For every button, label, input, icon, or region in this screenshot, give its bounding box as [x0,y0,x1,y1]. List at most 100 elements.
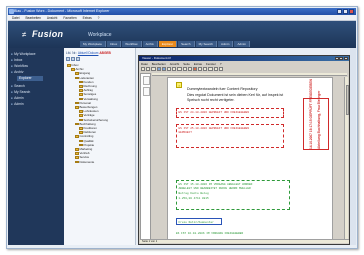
folder-icon [71,68,75,71]
text-icon[interactable] [213,67,218,71]
viewer-menu-file[interactable]: Datei [141,62,148,66]
stamp-icon[interactable] [192,67,198,71]
annotation-text: ES IST 15.10.2006 IM VORGANG ABGELEGT WO… [178,183,253,186]
zoom-in-icon[interactable] [156,67,161,71]
viewer-menu-tools[interactable]: Extras [194,62,202,66]
menu-file[interactable]: Datei [12,15,19,20]
nav-search[interactable]: Search [178,41,195,47]
document-text-line: Speisch rucht recht vertigeter. [187,98,235,102]
nav-my-workplace[interactable]: My Workplace [80,41,106,47]
minimize-button[interactable] [337,9,342,14]
sidebar-item-archiv[interactable]: Archiv [11,70,23,75]
rotate-icon[interactable] [166,67,172,71]
vertical-stamp-annotation[interactable]: 14.10.2007 15:17:15 GEPRÜFT FREIGEGEBEN … [303,79,329,150]
document-text-line: Dies regolat Dokument ist sein dieben Ke… [187,93,284,97]
folder-icon [79,126,83,130]
nav-admin-2[interactable]: Admin [234,41,250,47]
folder-icon [67,63,71,67]
refresh-icon[interactable] [71,57,75,61]
menu-help[interactable]: ? [98,15,100,20]
folder-icon [75,101,79,105]
annotation-text: 1.250,00 4711 0815 [178,197,209,200]
sidebar-item-admin-2[interactable]: Admin [11,102,24,107]
viewer-menu-view[interactable]: Ansicht [170,62,179,66]
page-thumbnail[interactable] [142,87,150,96]
top-navigation: My Workplace Inbox Workflow Archiv Explo… [80,41,250,47]
menu-edit[interactable]: Bearbeiten [25,15,40,20]
open-icon[interactable] [141,67,146,71]
print-icon[interactable] [151,67,156,71]
delete-icon[interactable] [76,57,80,61]
thumbnail-pane [140,73,151,240]
new-folder-icon[interactable] [66,57,70,61]
browser-title: Blau - Fusion Worx - Dokument - Microsof… [14,9,110,13]
document-text-line: Dummytextwandeln fuer Content Repository [187,87,258,91]
tree-item[interactable]: Dokumente [75,160,94,164]
app-logo: Fusion [32,29,64,39]
viewer-menu-page[interactable]: Seite [183,62,190,66]
folder-icon [75,76,79,80]
nav-archiv[interactable]: Archiv [142,41,158,47]
document-page: ! Dummytextwandeln fuer Content Reposito… [167,77,333,240]
viewer-close-button[interactable] [344,56,348,61]
menu-tools[interactable]: Extras [83,15,92,20]
sidebar-item-inbox[interactable]: Inbox [11,58,22,63]
folder-icon [79,139,83,143]
menu-view[interactable]: Ansicht [47,15,57,20]
stamp-text: ES IST 25.10.2006 GEPRUEFT UND FREIGEGEB… [178,127,250,130]
sidebar-item-my-search[interactable]: My Search [11,90,30,95]
explorer-header: Lfd. Nr.: Aktuell Dokum ABGEB [66,51,111,55]
nav-my-search[interactable]: My Search [195,41,217,47]
sidebar: My Workplace Inbox Workflow Archiv Explo… [8,48,64,245]
prev-page-icon[interactable] [177,67,182,71]
viewer-maximize-button[interactable] [339,56,344,61]
folder-icon [79,89,83,92]
annotate-icon[interactable] [198,67,203,71]
comment-field[interactable]: Freie Notiz/Kommentar [176,218,222,225]
save-icon[interactable] [146,67,151,71]
viewer-menu-help[interactable]: ? [220,62,222,66]
viewer-menu-window[interactable]: Fenster [206,62,216,66]
first-page-icon[interactable] [172,67,177,71]
nav-inbox[interactable]: Inbox [106,41,122,47]
viewer-toolbar [141,67,223,71]
explorer-header-link[interactable]: Aktuell Dokum [78,51,99,55]
next-page-icon[interactable] [182,67,187,71]
vertical-stamp-text: Abteilung Buchhaltung, Frau Bielinger [317,90,321,149]
stamp-annotation[interactable]: ES IST 24.10.2006 GEPRUEFT UND FREIGEGEB… [176,108,284,118]
annotation-text: ABGELEGT UND BEARBEITET DURCH HERRN MUEL… [178,187,251,190]
folder-icon [79,114,83,117]
folder-icon [75,160,79,164]
rectangle-icon[interactable] [218,67,223,71]
nav-admin[interactable]: Admin [217,41,234,47]
sidebar-item-my-workplace[interactable]: My Workplace [11,52,35,57]
nav-workflow[interactable]: Workflow [122,41,142,47]
stamp-annotation[interactable]: ES IST 25.10.2006 GEPRUEFT UND FREIGEGEB… [176,124,284,148]
sidebar-item-admin[interactable]: Admin [11,96,24,101]
folder-icon [75,156,79,159]
close-button[interactable] [349,9,354,14]
folder-icon [75,122,79,126]
sidebar-item-workflow[interactable]: Workflow [11,64,28,69]
highlight-icon[interactable] [203,67,208,71]
viewer-title-bar: Viewer - Dokument.tif [139,56,349,61]
note-icon[interactable] [208,67,213,71]
scrollbar-thumb[interactable] [345,85,349,115]
text-annotation[interactable]: ES IST 15.10.2006 IM VORGANG ABGELEGT WO… [176,180,290,210]
last-page-icon[interactable] [187,67,192,71]
maximize-button[interactable] [343,9,348,14]
zoom-out-icon[interactable] [161,67,166,71]
vertical-scrollbar[interactable] [344,77,349,240]
viewer-menu-edit[interactable]: Bearbeiten [152,62,166,66]
sidebar-item-explorer[interactable]: Explorer [17,76,43,81]
folder-icon [75,135,79,138]
folder-icon [79,110,83,113]
viewer-minimize-button[interactable] [334,56,339,61]
nav-explorer[interactable]: Explorer [158,41,178,47]
folder-icon [75,147,79,151]
ie-icon [9,9,14,14]
page-thumbnail[interactable] [142,76,150,85]
sticky-note-icon[interactable]: ! [176,82,182,88]
sidebar-item-search[interactable]: Search [11,84,25,89]
menu-favorites[interactable]: Favoriten [63,15,76,20]
